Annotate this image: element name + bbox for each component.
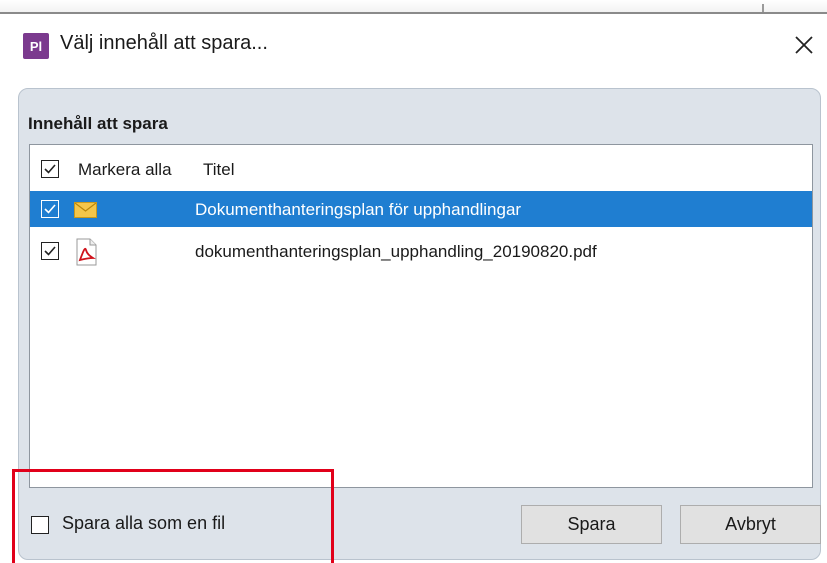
select-all-label[interactable]: Markera alla [78,160,172,180]
checkmark-icon [44,204,56,214]
close-button[interactable] [789,30,819,60]
list-item[interactable]: dokumenthanteringsplan_upphandling_20190… [30,233,812,269]
item-checkbox[interactable] [41,200,59,218]
item-title: dokumenthanteringsplan_upphandling_20190… [195,242,597,261]
item-checkbox[interactable] [41,242,59,260]
edge-tick [762,4,764,12]
close-icon [795,36,813,54]
window-top-edge [0,0,827,14]
list-item[interactable]: Dokumenthanteringsplan för upphandlingar [30,191,812,227]
item-title: Dokumenthanteringsplan för upphandlingar [195,200,522,219]
dialog-title: Välj innehåll att spara... [60,32,268,54]
onenote-app-icon: Pl [23,33,49,59]
checkmark-icon [44,164,56,174]
cancel-button[interactable]: Avbryt [680,505,821,544]
list-header-row: Markera alla Titel [30,151,812,187]
column-header-title[interactable]: Titel [203,160,235,180]
save-button[interactable]: Spara [521,505,662,544]
save-as-one-file-label[interactable]: Spara alla som en fil [62,513,225,534]
save-as-one-file-checkbox[interactable] [31,516,49,534]
checkmark-icon [44,246,56,256]
pdf-icon [76,238,97,266]
content-list[interactable]: Markera alla Titel Dokumenthanteringspla… [29,144,813,488]
section-label: Innehåll att spara [28,114,168,133]
select-all-checkbox[interactable] [41,160,59,178]
mail-icon [74,202,97,218]
